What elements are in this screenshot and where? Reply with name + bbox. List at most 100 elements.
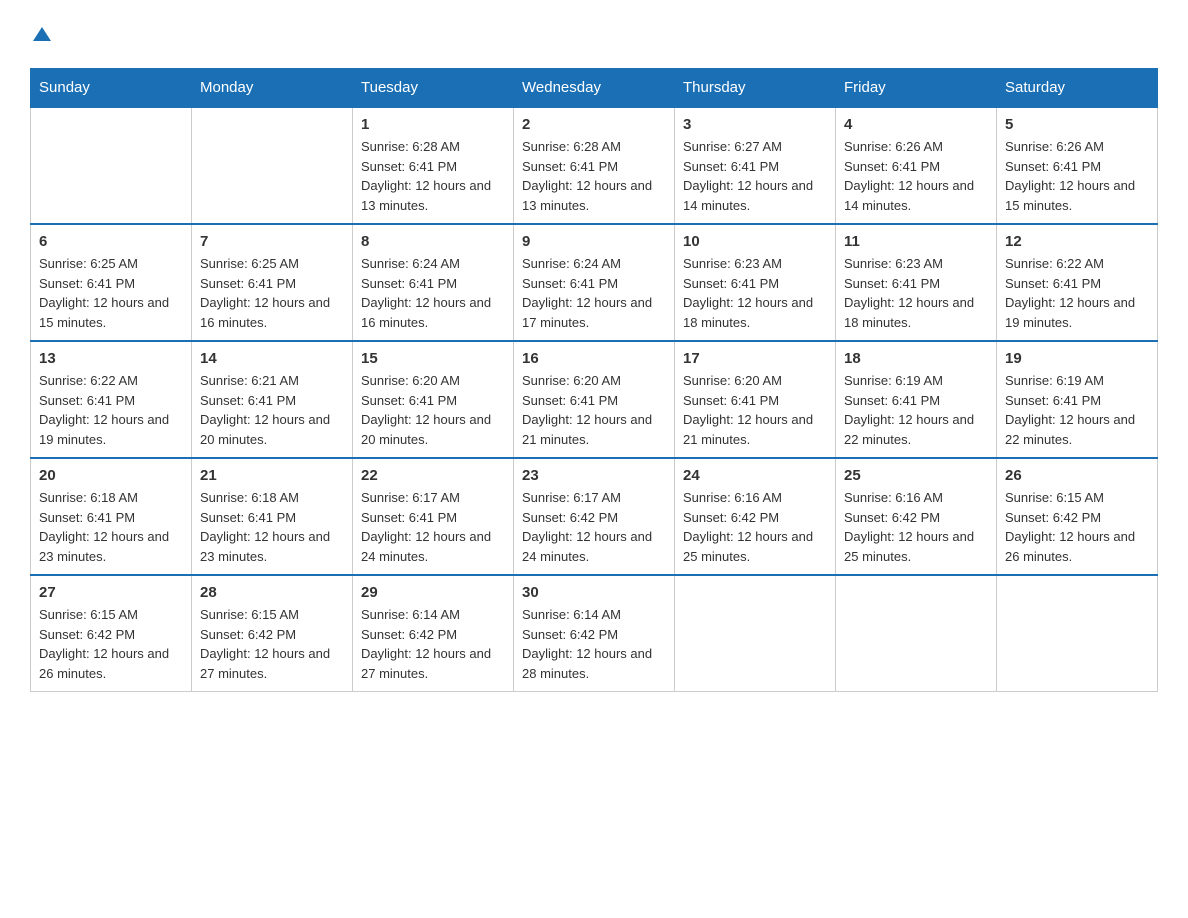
day-number: 24: [683, 467, 827, 484]
day-number: 30: [522, 584, 666, 601]
day-number: 2: [522, 116, 666, 133]
header: [30, 20, 1158, 48]
day-number: 9: [522, 233, 666, 250]
day-info: Sunrise: 6:20 AMSunset: 6:41 PMDaylight:…: [683, 371, 827, 449]
calendar-cell: 17 Sunrise: 6:20 AMSunset: 6:41 PMDayligh…: [675, 341, 836, 458]
day-info: Sunrise: 6:18 AMSunset: 6:41 PMDaylight:…: [200, 488, 344, 566]
calendar-week-row: 27 Sunrise: 6:15 AMSunset: 6:42 PMDayligh…: [31, 575, 1158, 692]
calendar-cell: 9 Sunrise: 6:24 AMSunset: 6:41 PMDaylight…: [514, 224, 675, 341]
calendar-cell: [997, 575, 1158, 692]
day-number: 10: [683, 233, 827, 250]
calendar-cell: 18 Sunrise: 6:19 AMSunset: 6:41 PMDayligh…: [836, 341, 997, 458]
calendar-cell: 10 Sunrise: 6:23 AMSunset: 6:41 PMDayligh…: [675, 224, 836, 341]
day-info: Sunrise: 6:25 AMSunset: 6:41 PMDaylight:…: [39, 254, 183, 332]
day-number: 14: [200, 350, 344, 367]
calendar-cell: 20Sunrise: 6:18 AMSunset: 6:41 PMDayligh…: [31, 458, 192, 575]
day-info: Sunrise: 6:16 AMSunset: 6:42 PMDaylight:…: [683, 488, 827, 566]
day-number: 25: [844, 467, 988, 484]
calendar-cell: 11 Sunrise: 6:23 AMSunset: 6:41 PMDayligh…: [836, 224, 997, 341]
calendar-cell: 13 Sunrise: 6:22 AMSunset: 6:41 PMDayligh…: [31, 341, 192, 458]
day-number: 17: [683, 350, 827, 367]
calendar-cell: 25 Sunrise: 6:16 AMSunset: 6:42 PMDayligh…: [836, 458, 997, 575]
day-number: 27: [39, 584, 183, 601]
day-info: Sunrise: 6:19 AMSunset: 6:41 PMDaylight:…: [844, 371, 988, 449]
day-info: Sunrise: 6:14 AMSunset: 6:42 PMDaylight:…: [522, 605, 666, 683]
day-info: Sunrise: 6:16 AMSunset: 6:42 PMDaylight:…: [844, 488, 988, 566]
day-info: Sunrise: 6:25 AMSunset: 6:41 PMDaylight:…: [200, 254, 344, 332]
day-info: Sunrise: 6:26 AMSunset: 6:41 PMDaylight:…: [1005, 137, 1149, 215]
day-number: 4: [844, 116, 988, 133]
column-header-wednesday: Wednesday: [514, 69, 675, 108]
day-info: Sunrise: 6:17 AMSunset: 6:41 PMDaylight:…: [361, 488, 505, 566]
calendar-cell: 6 Sunrise: 6:25 AMSunset: 6:41 PMDaylight…: [31, 224, 192, 341]
day-info: Sunrise: 6:15 AMSunset: 6:42 PMDaylight:…: [1005, 488, 1149, 566]
day-number: 18: [844, 350, 988, 367]
calendar-cell: 26 Sunrise: 6:15 AMSunset: 6:42 PMDayligh…: [997, 458, 1158, 575]
day-number: 8: [361, 233, 505, 250]
day-number: 28: [200, 584, 344, 601]
day-info: Sunrise: 6:15 AMSunset: 6:42 PMDaylight:…: [200, 605, 344, 683]
calendar-cell: 8 Sunrise: 6:24 AMSunset: 6:41 PMDaylight…: [353, 224, 514, 341]
calendar-cell: 2 Sunrise: 6:28 AMSunset: 6:41 PMDaylight…: [514, 107, 675, 224]
calendar-cell: 14 Sunrise: 6:21 AMSunset: 6:41 PMDayligh…: [192, 341, 353, 458]
calendar-cell: 24 Sunrise: 6:16 AMSunset: 6:42 PMDayligh…: [675, 458, 836, 575]
calendar-cell: 19Sunrise: 6:19 AMSunset: 6:41 PMDayligh…: [997, 341, 1158, 458]
day-number: 7: [200, 233, 344, 250]
day-info: Sunrise: 6:21 AMSunset: 6:41 PMDaylight:…: [200, 371, 344, 449]
day-number: 6: [39, 233, 183, 250]
day-number: 12: [1005, 233, 1149, 250]
calendar-cell: 30 Sunrise: 6:14 AMSunset: 6:42 PMDayligh…: [514, 575, 675, 692]
calendar-cell: 3Sunrise: 6:27 AMSunset: 6:41 PMDaylight…: [675, 107, 836, 224]
logo: [30, 20, 54, 48]
column-header-saturday: Saturday: [997, 69, 1158, 108]
calendar-cell: 12 Sunrise: 6:22 AMSunset: 6:41 PMDayligh…: [997, 224, 1158, 341]
calendar-cell: 5 Sunrise: 6:26 AMSunset: 6:41 PMDaylight…: [997, 107, 1158, 224]
calendar-cell: 23Sunrise: 6:17 AMSunset: 6:42 PMDayligh…: [514, 458, 675, 575]
day-info: Sunrise: 6:20 AMSunset: 6:41 PMDaylight:…: [361, 371, 505, 449]
column-header-thursday: Thursday: [675, 69, 836, 108]
day-info: Sunrise: 6:17 AMSunset: 6:42 PMDaylight:…: [522, 488, 666, 566]
calendar-week-row: 13 Sunrise: 6:22 AMSunset: 6:41 PMDayligh…: [31, 341, 1158, 458]
logo-triangle-icon: [31, 23, 53, 45]
calendar-cell: 27 Sunrise: 6:15 AMSunset: 6:42 PMDayligh…: [31, 575, 192, 692]
day-info: Sunrise: 6:19 AMSunset: 6:41 PMDaylight:…: [1005, 371, 1149, 449]
calendar-cell: 16Sunrise: 6:20 AMSunset: 6:41 PMDayligh…: [514, 341, 675, 458]
calendar-cell: 22Sunrise: 6:17 AMSunset: 6:41 PMDayligh…: [353, 458, 514, 575]
day-number: 16: [522, 350, 666, 367]
day-number: 29: [361, 584, 505, 601]
day-info: Sunrise: 6:23 AMSunset: 6:41 PMDaylight:…: [844, 254, 988, 332]
calendar-week-row: 1 Sunrise: 6:28 AMSunset: 6:41 PMDaylight…: [31, 107, 1158, 224]
day-info: Sunrise: 6:24 AMSunset: 6:41 PMDaylight:…: [361, 254, 505, 332]
day-number: 15: [361, 350, 505, 367]
day-info: Sunrise: 6:28 AMSunset: 6:41 PMDaylight:…: [361, 137, 505, 215]
day-number: 20: [39, 467, 183, 484]
day-number: 11: [844, 233, 988, 250]
day-info: Sunrise: 6:26 AMSunset: 6:41 PMDaylight:…: [844, 137, 988, 215]
day-number: 5: [1005, 116, 1149, 133]
day-info: Sunrise: 6:27 AMSunset: 6:41 PMDaylight:…: [683, 137, 827, 215]
day-info: Sunrise: 6:22 AMSunset: 6:41 PMDaylight:…: [1005, 254, 1149, 332]
day-info: Sunrise: 6:15 AMSunset: 6:42 PMDaylight:…: [39, 605, 183, 683]
day-number: 13: [39, 350, 183, 367]
calendar-cell: [675, 575, 836, 692]
day-info: Sunrise: 6:23 AMSunset: 6:41 PMDaylight:…: [683, 254, 827, 332]
column-header-friday: Friday: [836, 69, 997, 108]
day-info: Sunrise: 6:24 AMSunset: 6:41 PMDaylight:…: [522, 254, 666, 332]
calendar-cell: 4 Sunrise: 6:26 AMSunset: 6:41 PMDaylight…: [836, 107, 997, 224]
calendar-header-row: SundayMondayTuesdayWednesdayThursdayFrid…: [31, 69, 1158, 108]
calendar-week-row: 20 Sunrise: 6:18 AMSunset: 6:41 PMDayligh…: [31, 458, 1158, 575]
calendar-cell: 15 Sunrise: 6:20 AMSunset: 6:41 PMDayligh…: [353, 341, 514, 458]
calendar-cell: 29Sunrise: 6:14 AMSunset: 6:42 PMDayligh…: [353, 575, 514, 692]
calendar-cell: 1 Sunrise: 6:28 AMSunset: 6:41 PMDaylight…: [353, 107, 514, 224]
calendar-cell: [31, 107, 192, 224]
day-info: Sunrise: 6:28 AMSunset: 6:41 PMDaylight:…: [522, 137, 666, 215]
calendar-cell: 7 Sunrise: 6:25 AMSunset: 6:41 PMDaylight…: [192, 224, 353, 341]
calendar-cell: 21Sunrise: 6:18 AMSunset: 6:41 PMDayligh…: [192, 458, 353, 575]
day-number: 1: [361, 116, 505, 133]
day-number: 26: [1005, 467, 1149, 484]
day-info: Sunrise: 6:22 AMSunset: 6:41 PMDaylight:…: [39, 371, 183, 449]
calendar-table: SundayMondayTuesdayWednesdayThursdayFrid…: [30, 68, 1158, 692]
calendar-cell: [836, 575, 997, 692]
column-header-tuesday: Tuesday: [353, 69, 514, 108]
column-header-monday: Monday: [192, 69, 353, 108]
